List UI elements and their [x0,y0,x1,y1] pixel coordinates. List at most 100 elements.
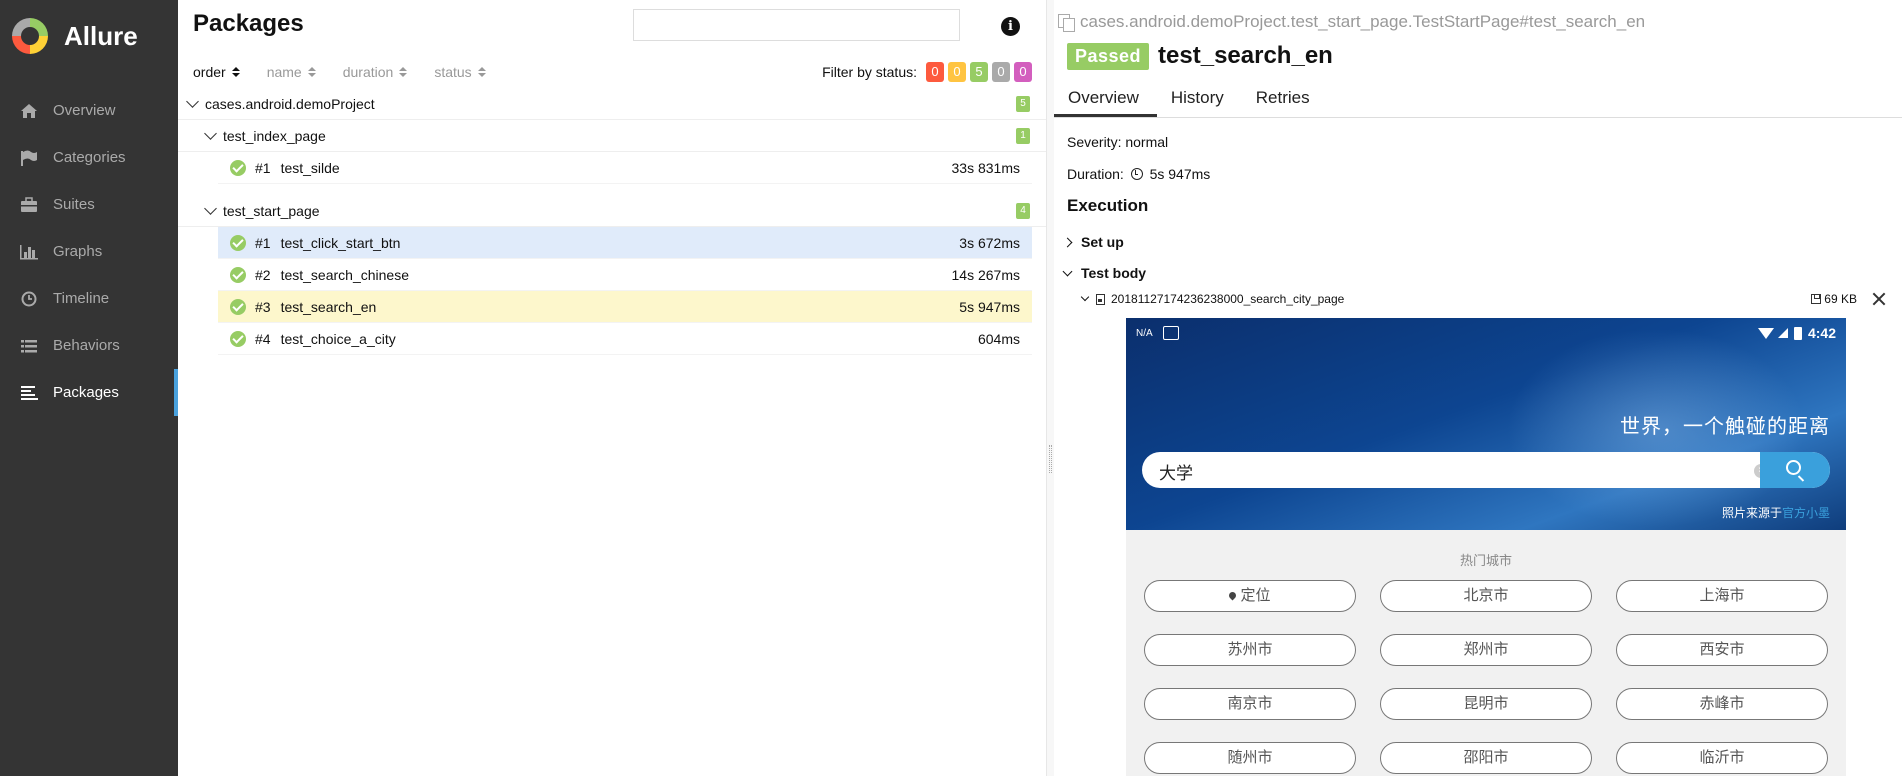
tab-history[interactable]: History [1157,80,1242,117]
test-duration: 33s 831ms [951,159,1020,176]
location-pin-icon [1228,590,1238,601]
tree-node-group[interactable]: test_start_page 4 [178,195,1046,227]
brand[interactable]: Allure [12,18,138,54]
sort-status[interactable]: status [434,64,486,80]
pane-splitter[interactable] [1046,0,1054,776]
test-order: #1 [255,159,271,176]
sidebar-item-overview[interactable]: Overview [0,87,178,134]
test-row[interactable]: #1 test_silde 33s 831ms [218,152,1032,184]
attachment-name: 20181127174236238000_search_city_page [1111,292,1345,306]
sort-label: duration [342,64,394,80]
city-chip-locate: 定位 [1144,580,1356,612]
sidebar-item-label: Overview [53,102,116,119]
briefcase-icon [16,196,42,214]
city-chip: 西安市 [1616,634,1828,666]
sort-order[interactable]: order [193,64,240,80]
passed-check-icon [230,298,246,315]
test-duration: 3s 672ms [959,234,1020,251]
attachment-size[interactable]: 69 KB [1811,292,1857,306]
phone-search-button [1760,452,1830,488]
attachment-row[interactable]: 20181127174236238000_search_city_page 69… [1080,292,1887,306]
test-order: #4 [255,330,271,347]
filter-broken-badge[interactable]: 0 [948,62,966,82]
filter-unknown-badge[interactable]: 0 [1014,62,1032,82]
info-icon[interactable]: i [1001,17,1020,36]
signal-icon [1777,328,1788,338]
passed-check-icon [230,330,246,347]
save-icon [1811,294,1822,304]
phone-search-bar: 大学 × [1142,452,1830,488]
clock-icon [1130,168,1143,180]
city-chip: 昆明市 [1380,688,1592,720]
sidebar-item-label: Suites [53,196,95,213]
test-order: #3 [255,298,271,315]
test-name: test_choice_a_city [280,330,396,347]
duration-value: 5s 947ms [1149,166,1211,182]
setup-step[interactable]: Set up [1062,234,1124,250]
city-chip: 赤峰市 [1616,688,1828,720]
sort-arrows-icon [307,67,316,77]
sidebar-item-suites[interactable]: Suites [0,181,178,228]
count-badge: 1 [1016,127,1030,144]
sort-bar: order name duration status [193,62,513,82]
sort-label: order [193,64,226,80]
test-order: #2 [255,266,271,283]
node-label: test_start_page [223,202,320,219]
test-body-step[interactable]: Test body [1062,265,1146,281]
passed-check-icon [230,266,246,283]
brand-name: Allure [64,20,138,51]
node-label: cases.android.demoProject [205,95,375,112]
test-detail-pane: cases.android.demoProject.test_start_pag… [1054,0,1902,776]
test-row[interactable]: #4 test_choice_a_city 604ms [218,323,1032,355]
sidebar-item-packages[interactable]: Packages [0,369,178,416]
banner-image: N/A 4:42 世界，一个触碰的距离 大学 × 照片来源于官 [1126,318,1846,530]
test-duration: 604ms [977,330,1020,347]
tab-overview[interactable]: Overview [1054,80,1157,117]
credit-text: 照片来源于 [1721,506,1782,520]
duration-row: Duration: 5s 947ms [1067,166,1210,182]
sort-name[interactable]: name [267,64,316,80]
phone-search-value: 大学 [1159,464,1193,483]
sidebar-item-graphs[interactable]: Graphs [0,228,178,275]
allure-report: Allure Overview Categories Suites Graphs… [0,0,1902,776]
test-name: test_click_start_btn [280,234,401,251]
tree-node-root[interactable]: cases.android.demoProject 5 [178,88,1046,120]
page-title: Packages [193,10,304,37]
sidebar-item-label: Behaviors [53,337,120,354]
count-badge: 5 [1016,95,1030,112]
hot-cities-title: 热门城市 [1459,553,1512,568]
packages-pane: Packages i order name duration status Fi… [178,0,1046,776]
status-right: 4:42 [1757,325,1836,341]
copy-icon[interactable] [1058,13,1075,32]
test-name: test_search_chinese [280,266,409,283]
duration-label: Duration: [1067,166,1124,182]
sidebar-item-behaviors[interactable]: Behaviors [0,322,178,369]
sidebar-item-categories[interactable]: Categories [0,134,178,181]
list-icon [16,337,42,355]
test-row[interactable]: #1 test_click_start_btn 3s 672ms [218,227,1032,259]
step-label: Set up [1081,234,1124,250]
bar-chart-icon [16,243,42,261]
test-row[interactable]: #3 test_search_en 5s 947ms [218,291,1032,323]
filter-failed-badge[interactable]: 0 [926,62,944,82]
test-order: #1 [255,234,271,251]
search-input[interactable] [633,9,960,41]
filter-passed-badge[interactable]: 5 [970,62,988,82]
carrier-text: N/A [1136,327,1153,339]
filter-skipped-badge[interactable]: 0 [992,62,1010,82]
package-tree: cases.android.demoProject 5 test_index_p… [178,88,1046,355]
chevron-right-icon [1062,237,1073,247]
sidebar-item-timeline[interactable]: Timeline [0,275,178,322]
image-file-icon [1096,293,1105,305]
sort-duration[interactable]: duration [343,64,408,80]
sidebar-nav: Overview Categories Suites Graphs Timeli… [0,87,178,416]
severity-text: Severity: normal [1067,134,1169,150]
sort-arrows-icon [477,67,486,77]
test-row[interactable]: #2 test_search_chinese 14s 267ms [218,259,1032,291]
test-duration: 5s 947ms [959,298,1020,315]
expand-icon[interactable] [1873,293,1885,305]
tab-retries[interactable]: Retries [1242,80,1328,117]
attachment-screenshot: N/A 4:42 世界，一个触碰的距离 大学 × 照片来源于官 [1126,318,1846,776]
tree-node-group[interactable]: test_index_page 1 [178,120,1046,152]
drag-handle-icon[interactable] [1049,445,1052,473]
